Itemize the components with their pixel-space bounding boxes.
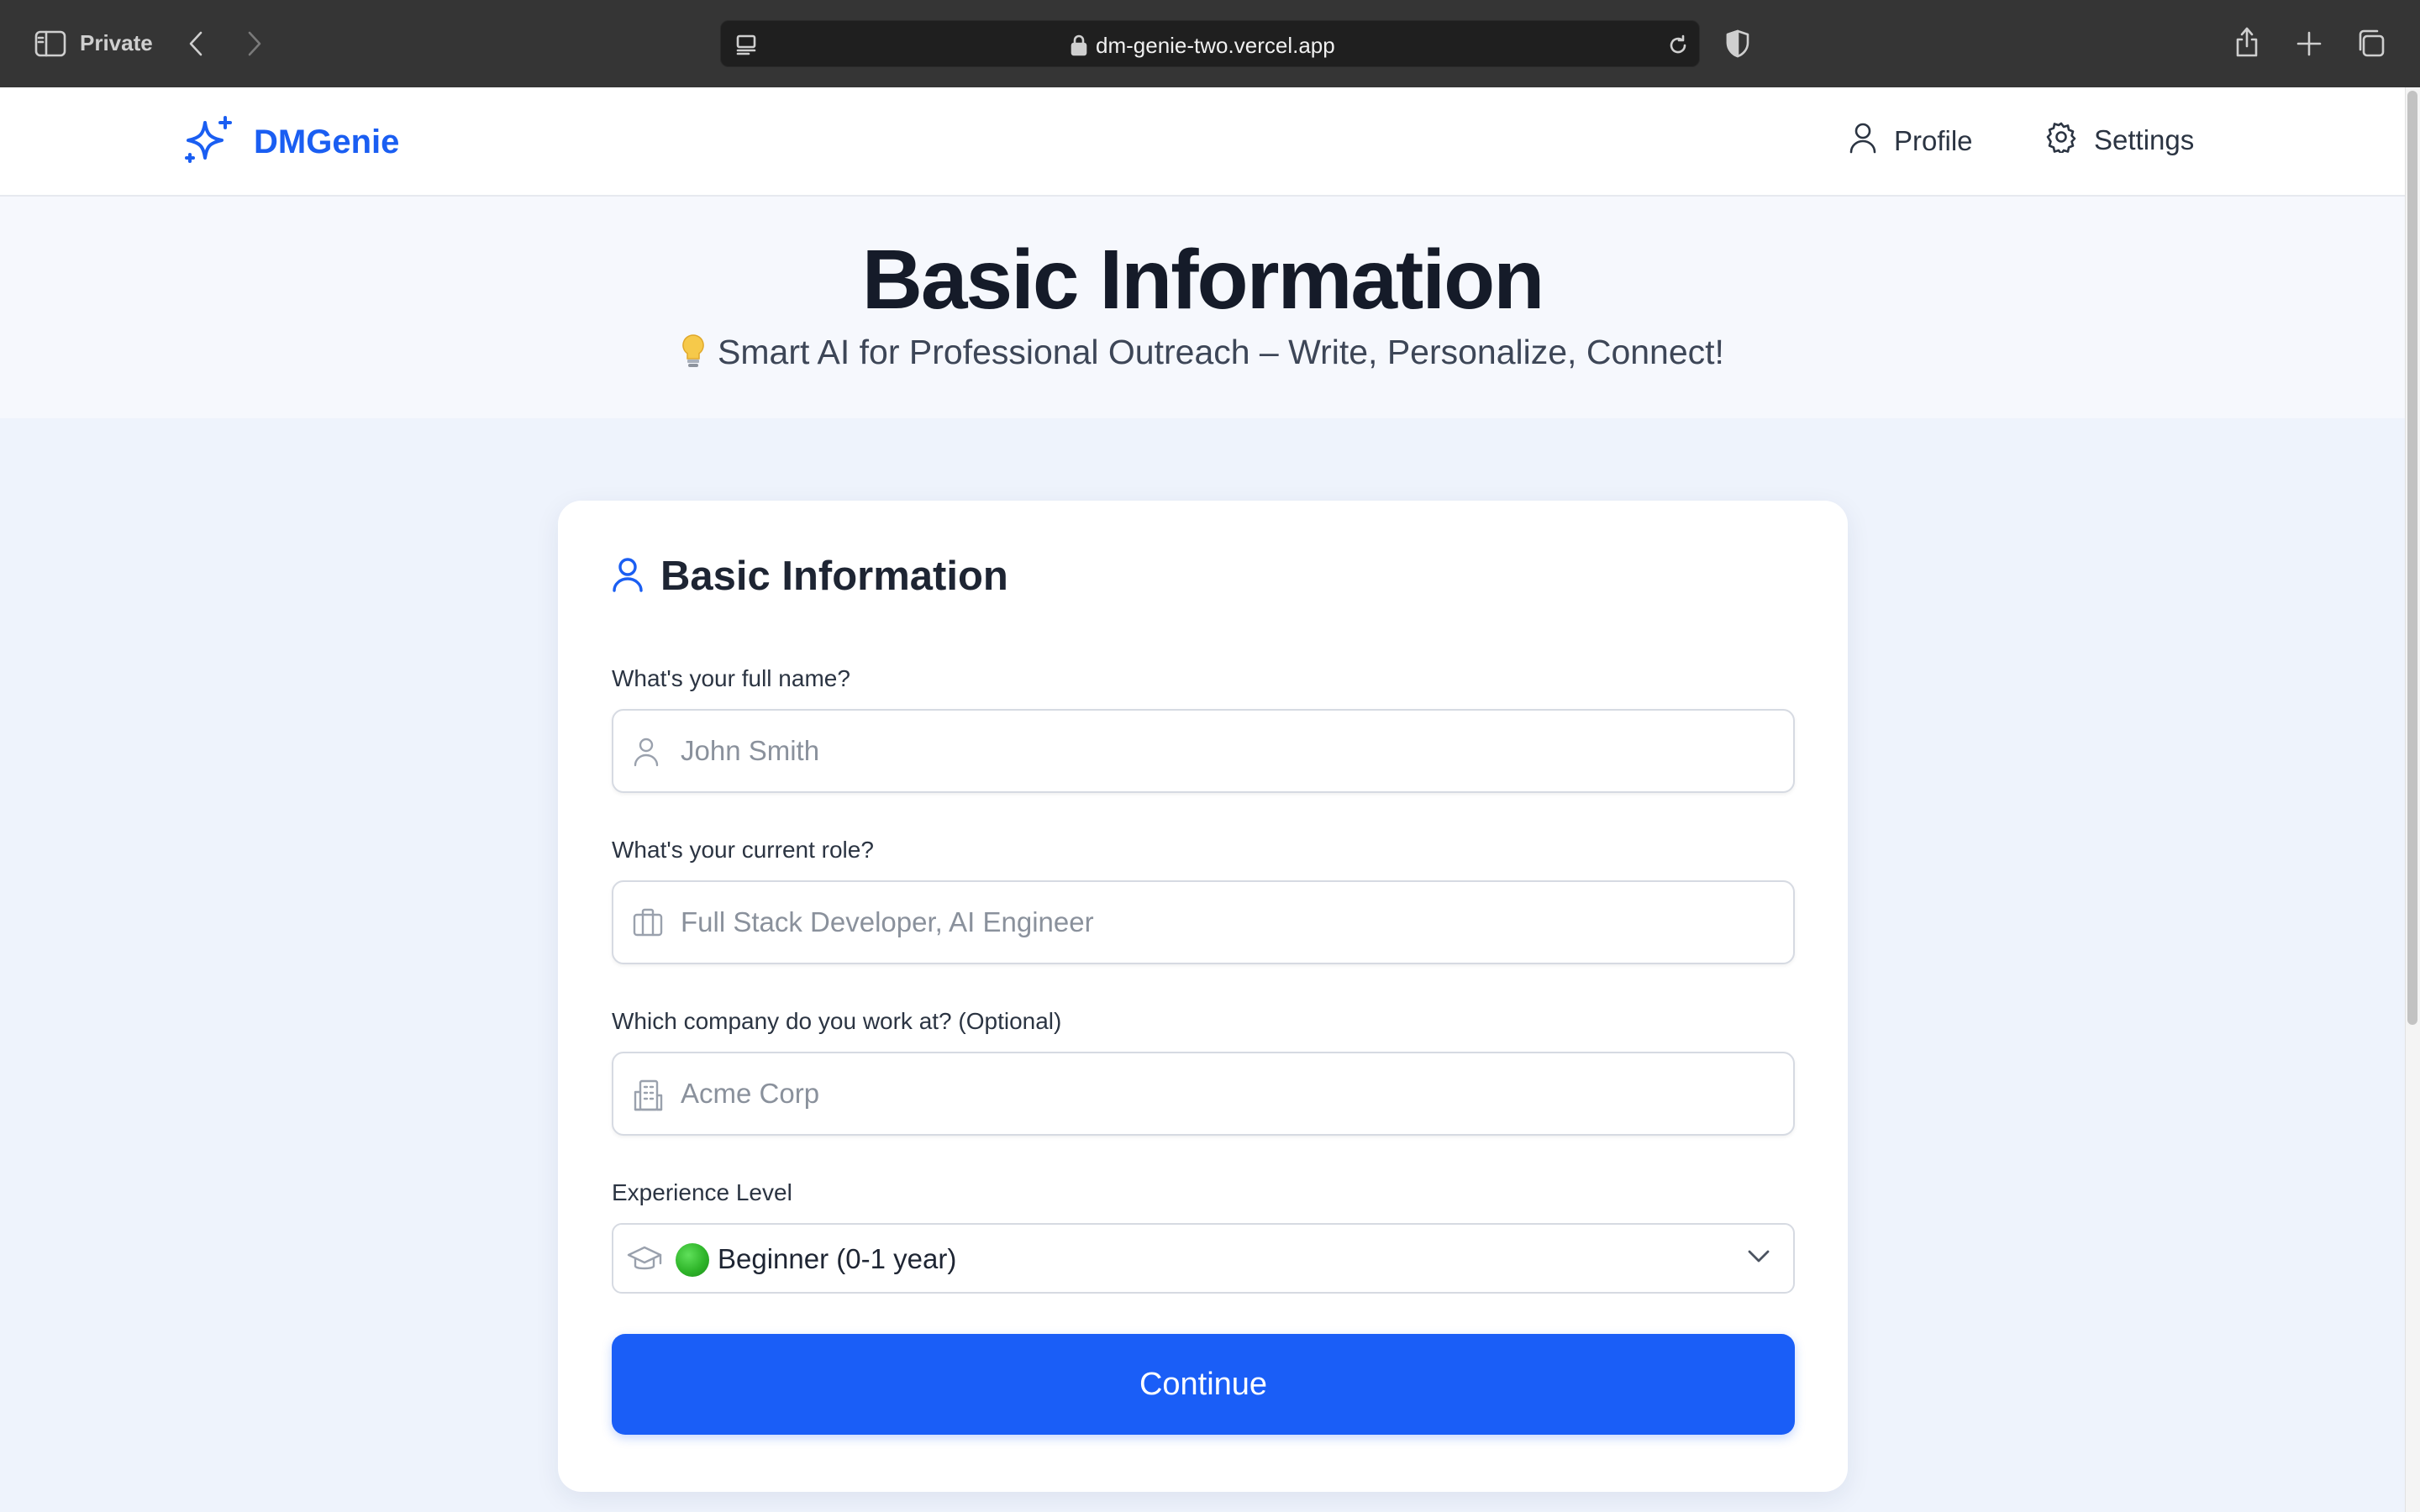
page-subtitle-text: Smart AI for Professional Outreach – Wri… <box>718 333 1724 371</box>
user-icon <box>1849 121 1877 161</box>
share-icon[interactable] <box>2230 24 2264 60</box>
nav-settings-label: Settings <box>2094 124 2195 155</box>
reload-icon[interactable] <box>1665 33 1691 58</box>
graduation-cap-icon <box>627 1245 662 1278</box>
page-title: Basic Information <box>861 233 1545 327</box>
browser-toolbar: Private dm-genie-two.vercel.app <box>0 0 2420 87</box>
sparkle-icon <box>182 114 235 171</box>
full-name-label: What's your full name? <box>612 665 850 691</box>
tab-overview-icon[interactable] <box>2353 25 2388 60</box>
gear-icon <box>2045 121 2077 160</box>
continue-button[interactable]: Continue <box>612 1334 1795 1435</box>
current-role-field[interactable] <box>612 880 1795 964</box>
top-navbar: DMGenie Profile Settings <box>0 87 2405 197</box>
private-label: Private <box>80 30 153 55</box>
brand-logo[interactable]: DMGenie <box>182 114 399 171</box>
briefcase-icon <box>632 907 664 942</box>
building-icon <box>632 1079 664 1116</box>
nav-profile-link[interactable]: Profile <box>1849 121 1973 161</box>
back-icon[interactable] <box>183 27 208 60</box>
company-field[interactable] <box>612 1052 1795 1136</box>
chevron-down-icon <box>1746 1248 1771 1269</box>
user-icon <box>632 736 660 772</box>
hero-section: Basic Information Smart AI for Professio… <box>0 197 2405 418</box>
company-label: Which company do you work at? (Optional) <box>612 1008 1062 1034</box>
brand-name: DMGenie <box>254 123 400 160</box>
full-name-field[interactable] <box>612 709 1795 793</box>
forward-icon[interactable] <box>242 27 267 60</box>
company-input[interactable] <box>681 1053 1773 1134</box>
beginner-level-icon <box>676 1243 709 1277</box>
page-menu-icon[interactable] <box>733 31 760 58</box>
form-body: What's your full name? What's your curre… <box>558 501 1848 1492</box>
url-text[interactable]: dm-genie-two.vercel.app <box>1096 33 1335 59</box>
experience-selected-value: Beginner (0-1 year) <box>718 1243 957 1274</box>
current-role-input[interactable] <box>681 882 1773 963</box>
page-scrollbar-thumb[interactable] <box>2407 91 2417 1025</box>
sidebar-toggle-icon[interactable] <box>34 27 67 60</box>
nav-settings-link[interactable]: Settings <box>2045 121 2194 160</box>
experience-level-label: Experience Level <box>612 1179 792 1205</box>
address-bar[interactable]: dm-genie-two.vercel.app <box>720 20 1700 67</box>
current-role-label: What's your current role? <box>612 837 874 863</box>
lock-icon <box>1069 33 1089 58</box>
lightbulb-icon <box>681 333 706 377</box>
new-tab-icon[interactable] <box>2292 27 2326 60</box>
nav-profile-label: Profile <box>1894 125 1973 156</box>
privacy-shield-icon[interactable] <box>1721 27 1754 60</box>
page-subtitle: Smart AI for Professional Outreach – Wri… <box>0 333 2405 377</box>
experience-level-select[interactable]: Beginner (0-1 year) <box>612 1223 1795 1294</box>
full-name-input[interactable] <box>681 711 1773 791</box>
